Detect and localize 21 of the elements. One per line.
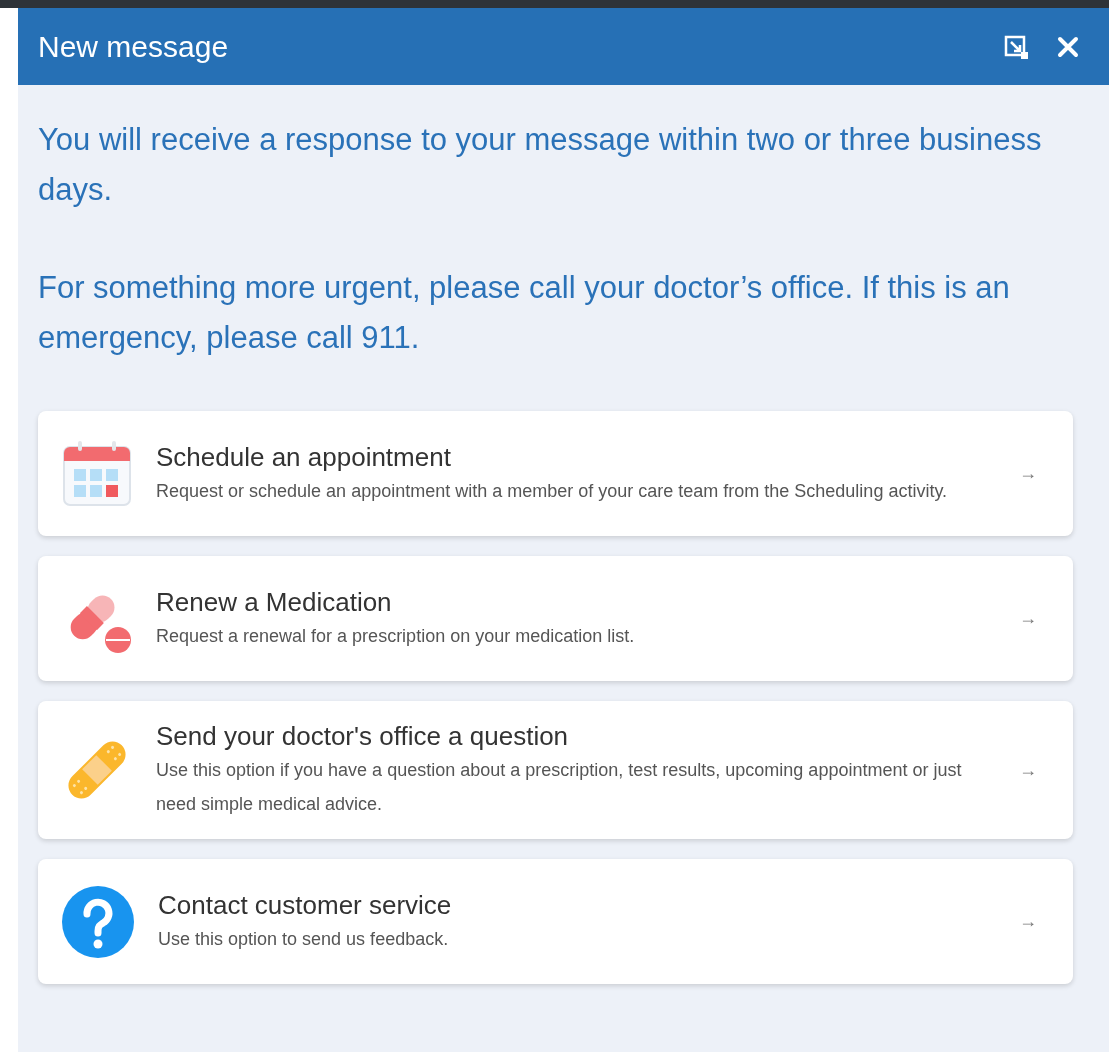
arrow-icon: →	[1019, 460, 1037, 487]
option-description: Use this option to send us feedback.	[158, 927, 450, 951]
option-title: Send your doctor's office a question	[156, 720, 570, 753]
option-title: Schedule an appointment	[156, 440, 452, 474]
question-icon	[62, 885, 134, 958]
option-description: Use this option if you have a question about a prescription, test results, upcoming appointment or just need simple medical advice.	[156, 759, 963, 816]
option-card[interactable]: Schedule an appointment Request or schedule an appointment with a member of your care team from the Scheduling activity. →	[38, 411, 1073, 536]
option-description: Request or schedule an appointment with a member of your care team from the Scheduling activity.	[156, 479, 949, 503]
arrow-icon: →	[1019, 756, 1037, 784]
arrow-icon: →	[1019, 605, 1037, 632]
option-title: Renew a Medication	[156, 585, 393, 619]
arrow-icon: →	[1019, 908, 1037, 935]
notice-text: You will receive a response to your message within two or three business days.	[38, 121, 1043, 209]
option-card[interactable]: Renew a Medication Request a renewal for a prescription on your medication list. →	[38, 556, 1073, 681]
option-title: Contact customer service	[158, 888, 453, 922]
notice-text: For something more urgent, please call your doctor’s office. If this is an emergency, please call 911.	[38, 269, 1011, 357]
option-description: Request a renewal for a prescription on your medication list.	[156, 624, 636, 648]
option-card[interactable]: Contact customer service Use this option to send us feedback. →	[38, 859, 1073, 984]
option-card[interactable]: Send your doctor's office a question Use this option if you have a question about a prescription, test results, upcoming appointment or just need simple medical advice. →	[38, 701, 1073, 839]
calendar-icon	[62, 438, 132, 509]
window-title: New message	[38, 29, 230, 65]
